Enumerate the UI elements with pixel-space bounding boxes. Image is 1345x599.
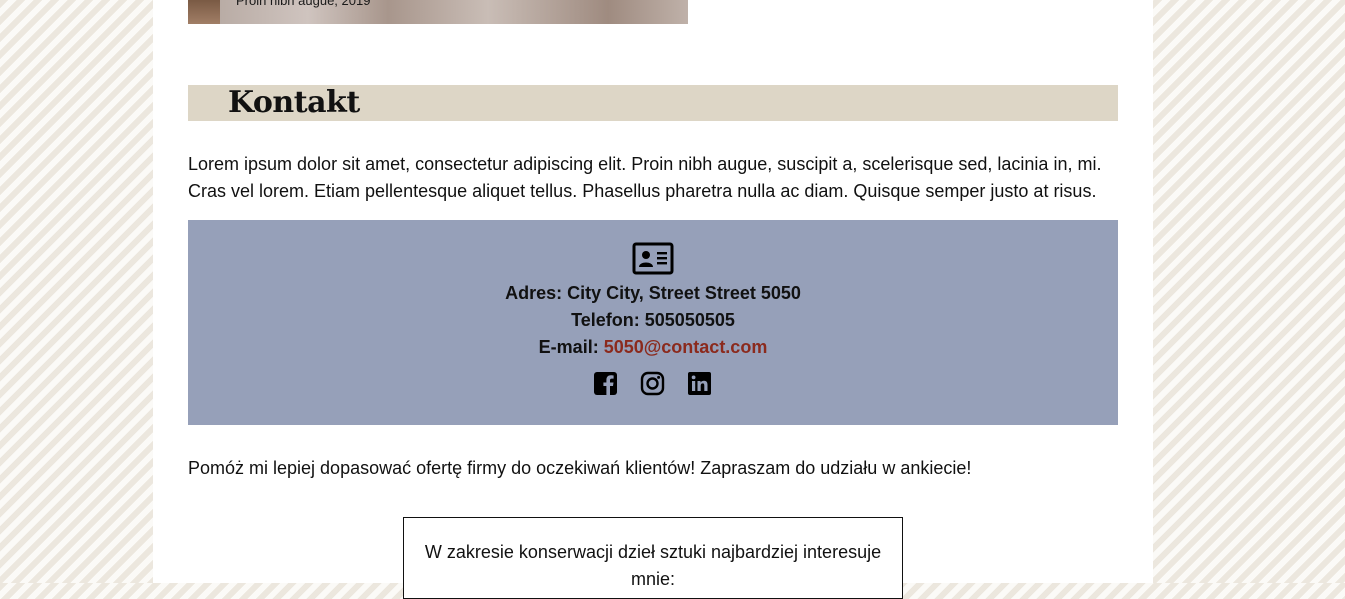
survey-card: W zakresie konserwacji dzieł sztuki najb…	[403, 517, 903, 599]
contact-address: Adres: City City, Street Street 5050	[505, 283, 801, 303]
instagram-icon[interactable]	[640, 371, 665, 396]
email-link[interactable]: 5050@contact.com	[604, 337, 768, 357]
facebook-icon[interactable]	[593, 371, 618, 396]
contact-phone: Telefon: 505050505	[571, 310, 735, 330]
page-content: Proin nibh augue, 2019 Kontakt Lorem ips…	[153, 0, 1153, 599]
vcard-icon	[632, 242, 674, 275]
contact-email-line: E-mail: 5050@contact.com	[188, 335, 1118, 359]
contact-title-bar: Kontakt	[188, 85, 1118, 121]
contact-card: Adres: City City, Street Street 5050 Tel…	[188, 220, 1118, 425]
gallery-caption: Proin nibh augue, 2019	[236, 0, 371, 8]
email-label: E-mail:	[538, 337, 599, 357]
contact-intro: Lorem ipsum dolor sit amet, consectetur …	[188, 154, 1102, 201]
linkedin-icon[interactable]	[687, 371, 712, 396]
contact-title: Kontakt	[228, 85, 360, 120]
gallery-image[interactable]: Proin nibh augue, 2019	[188, 0, 688, 24]
gallery-thumbnail	[188, 0, 220, 24]
survey-invite: Pomóż mi lepiej dopasować ofertę firmy d…	[188, 458, 972, 478]
survey-question: W zakresie konserwacji dzieł sztuki najb…	[424, 542, 882, 589]
